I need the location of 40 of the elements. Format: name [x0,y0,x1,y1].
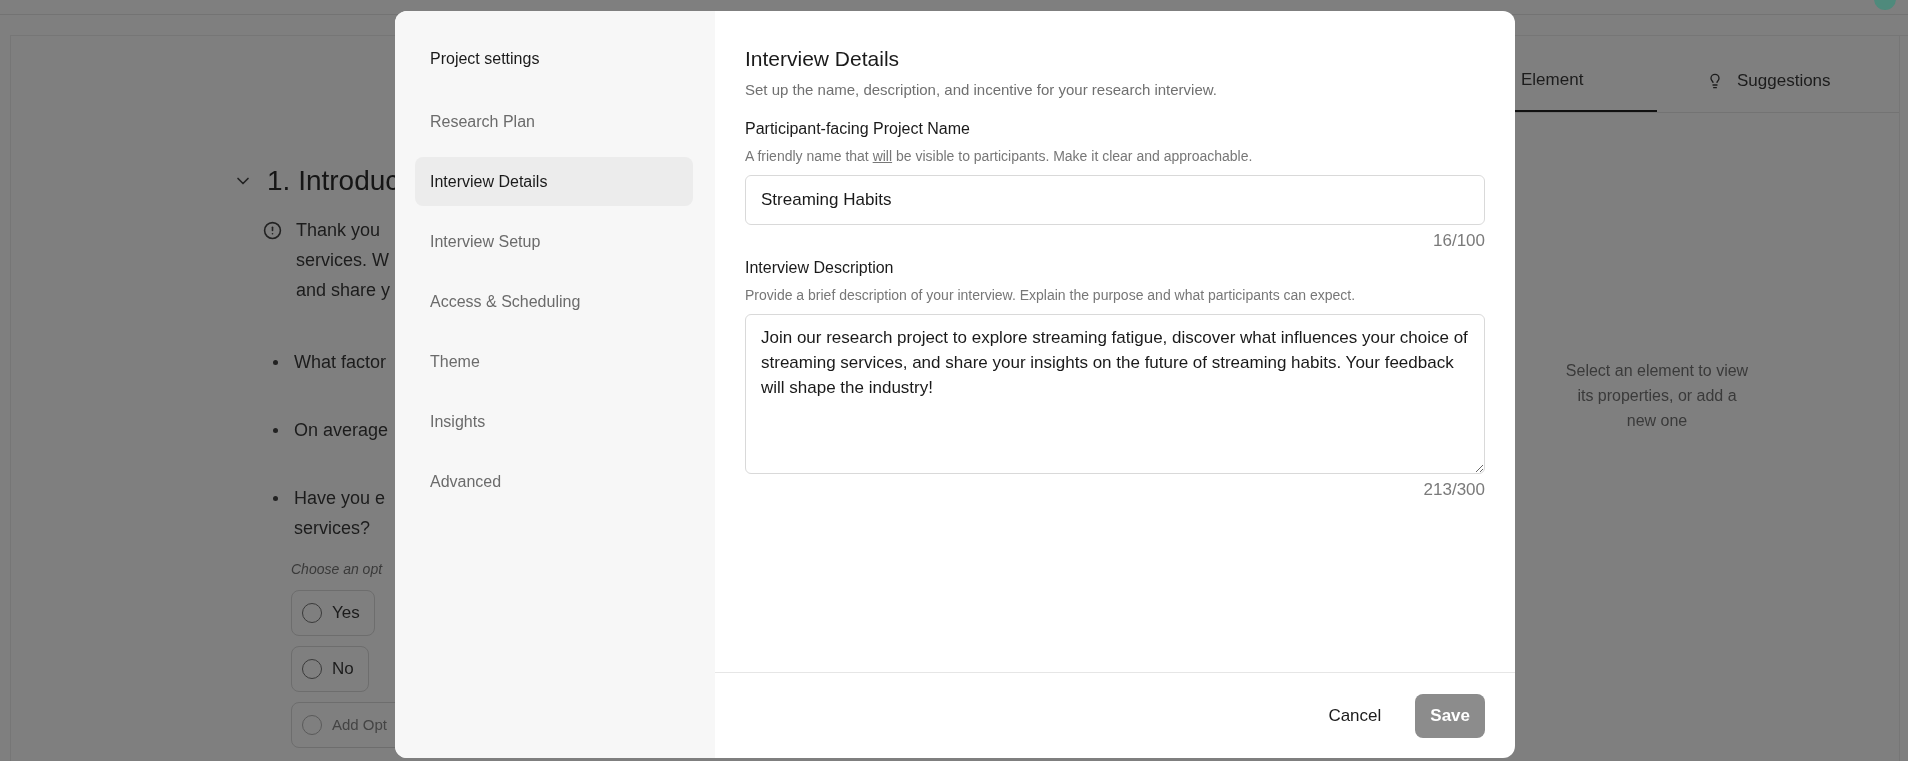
intro-text-line: Thank you [296,219,382,242]
dialog-title: Interview Details [745,46,901,72]
intro-text-line: and share y [296,279,391,302]
sidebar-item[interactable]: Access & Scheduling [415,277,693,326]
panel-tab[interactable]: Suggestions [1657,50,1831,112]
section-heading: 1. Introduc [267,164,400,198]
dialog-subtitle: Set up the name, description, and incentive for your research interview. [745,79,1218,100]
bullet-icon [273,360,278,365]
option-label: No [332,658,354,681]
choice-hint: Choose an opt [291,560,384,579]
sidebar-item[interactable]: Interview Setup [415,217,693,266]
sidebar-item[interactable]: Research Plan [415,97,693,146]
sidebar-item[interactable]: Interview Details [415,157,693,206]
question-text-line: services? [294,517,372,540]
sidebar-title: Project settings [429,49,541,69]
field-label: Participant-facing Project Name [745,119,971,139]
question-text-line: On average [294,419,389,442]
empty-panel-message: Select an element to view its properties, or add a new one [1564,361,1750,431]
sidebar-item[interactable]: Theme [415,337,693,386]
character-counter: 213/300 [1423,478,1485,501]
description-textarea[interactable]: Join our research project to explore streaming fatigue, discover what influences your choice of streaming services, and share your insights on the future of streaming habits. Your feedback will shape the industry! [745,313,1485,474]
question-text-line: Have you e [294,487,386,510]
option-chip[interactable]: Yes [291,590,375,636]
intro-text-line: services. W [296,249,390,272]
add-option-placeholder: Add Opt [332,714,388,735]
sidebar-item[interactable]: Insights [415,397,693,446]
character-counter: 16/100 [1433,230,1485,252]
sidebar-item[interactable]: Advanced [415,457,693,506]
lightbulb-icon [1707,73,1723,89]
field-hint: Provide a brief description of your interview. Explain the purpose and what participants can expect. [745,285,1357,305]
field-label: Interview Description [745,257,895,278]
question-text-line: What factor [294,351,387,374]
cancel-button[interactable]: Cancel [1318,693,1392,738]
bullet-icon [273,428,278,433]
option-chip[interactable]: No [291,646,369,692]
info-icon [263,221,282,240]
bullet-icon [273,496,278,501]
option-label: Yes [332,602,360,625]
project-name-input[interactable]: Streaming Habits [745,175,1485,225]
field-hint: A friendly name that will be visible to participants. Make it clear and approachable. [745,147,1254,166]
